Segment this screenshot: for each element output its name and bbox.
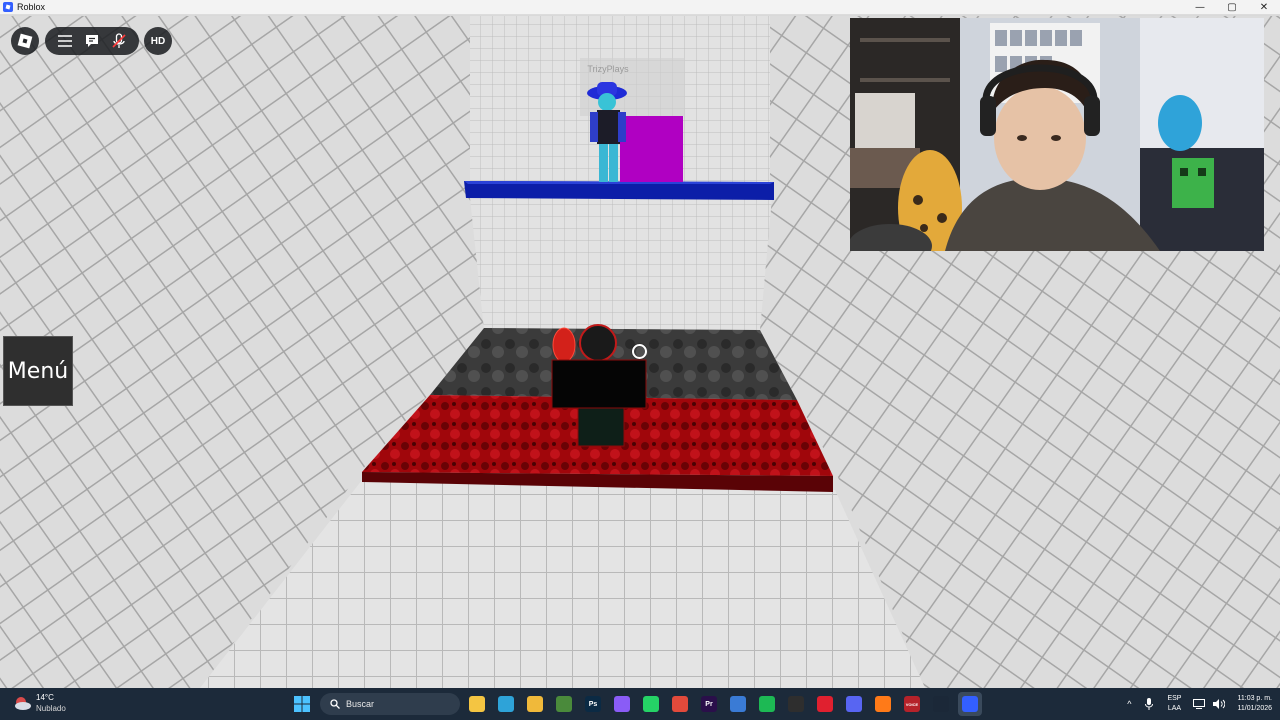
file-explorer-icon-glyph (469, 696, 485, 712)
game-viewport[interactable]: HD Menú TrizyPlays (0, 16, 1280, 688)
weather-condition: Nublado (36, 704, 66, 713)
hd-button[interactable]: HD (144, 27, 172, 55)
roblox-icon[interactable] (958, 692, 982, 716)
chrome-icon[interactable] (668, 692, 692, 716)
system-tray: ^ ESP LAA 11:03 p. m. 11/01/2026 (1127, 692, 1272, 716)
whatsapp-icon-glyph (643, 696, 659, 712)
spotify-icon-glyph (759, 696, 775, 712)
chat-icon[interactable] (82, 31, 102, 51)
webcam-overlay (850, 18, 1264, 251)
copilot-icon[interactable] (610, 692, 634, 716)
premiere-icon[interactable]: Pr (697, 692, 721, 716)
steam-icon-glyph (933, 696, 949, 712)
store-icon-glyph (730, 696, 746, 712)
player-nametag: TrizyPlays (587, 64, 629, 74)
close-button[interactable]: ✕ (1248, 0, 1280, 15)
cloud-icon (15, 697, 31, 710)
volume-icon[interactable] (1212, 697, 1226, 711)
roblox-menu-button[interactable] (11, 27, 39, 55)
windows-icon (294, 696, 310, 712)
photoshop-icon-glyph: Ps (585, 696, 601, 712)
firefox-icon[interactable] (871, 692, 895, 716)
minecraft-icon[interactable] (552, 692, 576, 716)
hud-toolbar (45, 27, 139, 55)
store-icon[interactable] (726, 692, 750, 716)
firefox-icon-glyph (875, 696, 891, 712)
clock-date: 11/01/2026 (1237, 705, 1272, 712)
edge-icon-glyph (498, 696, 514, 712)
file-explorer-icon[interactable] (465, 692, 489, 716)
show-hidden-icons-icon[interactable]: ^ (1127, 699, 1131, 709)
language-indicator[interactable]: ESP LAA (1167, 694, 1181, 714)
language-top: ESP (1167, 695, 1182, 702)
voicemeeter-icon-glyph: VOICE (904, 696, 920, 712)
minecraft-icon-glyph (556, 696, 572, 712)
photoshop-icon[interactable]: Ps (581, 692, 605, 716)
weather-widget[interactable]: 14°C Nublado (12, 692, 66, 714)
voicemeeter-icon[interactable]: VOICE (900, 692, 924, 716)
window-title: Roblox (17, 2, 46, 12)
folder-icon-glyph (527, 696, 543, 712)
roblox-app-icon (3, 2, 13, 12)
clock[interactable]: 11:03 p. m. 11/01/2026 (1237, 694, 1272, 714)
language-bottom: LAA (1167, 705, 1182, 712)
microphone-muted-icon[interactable] (109, 31, 129, 51)
hamburger-icon[interactable] (55, 31, 75, 51)
taskbar-apps: Buscar Ps Pr VOICE (290, 692, 982, 716)
crosshair-icon (632, 344, 647, 359)
copilot-icon-glyph (614, 696, 630, 712)
discord-icon[interactable] (842, 692, 866, 716)
obs-icon[interactable] (784, 692, 808, 716)
edge-icon[interactable] (494, 692, 518, 716)
clock-time: 11:03 p. m. (1237, 695, 1272, 702)
menu-button[interactable]: Menú (3, 336, 73, 406)
maximize-button[interactable]: ▢ (1216, 0, 1248, 15)
whatsapp-icon[interactable] (639, 692, 663, 716)
steam-icon[interactable] (929, 692, 953, 716)
chrome-icon-glyph (672, 696, 688, 712)
webcam-feed (850, 18, 1264, 251)
desktop: Roblox — ▢ ✕ HD Menú TrizyPlays 14°C Nub… (0, 0, 1280, 720)
taskbar-search[interactable]: Buscar (320, 693, 460, 715)
roblox-logo-icon (17, 33, 33, 49)
premiere-icon-glyph: Pr (701, 696, 717, 712)
discord-icon-glyph (846, 696, 862, 712)
opera-icon[interactable] (813, 692, 837, 716)
window-titlebar: Roblox — ▢ ✕ (0, 0, 1280, 15)
minimize-button[interactable]: — (1184, 0, 1216, 15)
folder-icon[interactable] (523, 692, 547, 716)
roblox-icon-glyph (962, 696, 978, 712)
network-icon[interactable] (1192, 697, 1206, 711)
opera-icon-glyph (817, 696, 833, 712)
spotify-icon[interactable] (755, 692, 779, 716)
microphone-icon[interactable] (1142, 697, 1156, 711)
start-button[interactable] (290, 692, 314, 716)
windows-taskbar: 14°C Nublado Buscar Ps Pr VOICE ^ ESP LA… (0, 688, 1280, 720)
obs-icon-glyph (788, 696, 804, 712)
search-icon (330, 699, 340, 709)
search-placeholder: Buscar (346, 699, 375, 709)
weather-temp: 14°C (36, 693, 54, 702)
